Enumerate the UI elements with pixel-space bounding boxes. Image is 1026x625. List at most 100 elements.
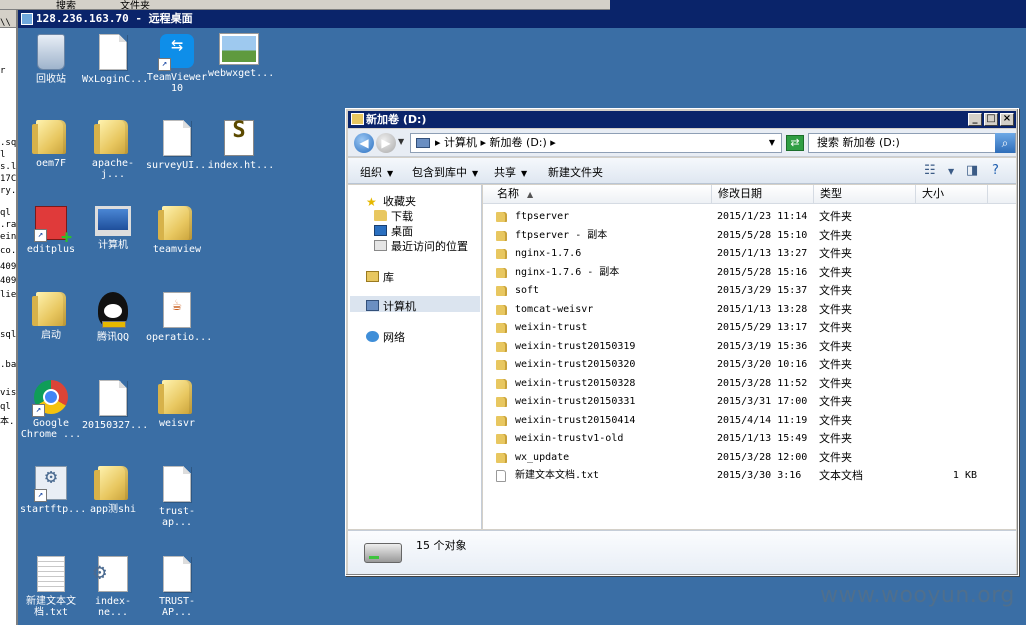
setup-icon bbox=[34, 466, 67, 502]
search-icon[interactable]: ⌕ bbox=[995, 133, 1015, 153]
host-window-text-fragment: ein bbox=[0, 232, 17, 242]
desktop-icon-item[interactable]: teamview bbox=[146, 206, 208, 255]
column-header-size[interactable]: 大小 bbox=[916, 185, 988, 204]
host-window-text-fragment: .sq bbox=[0, 138, 17, 148]
desktop-icon-item[interactable]: 新建文本文档.txt bbox=[20, 556, 82, 618]
host-search-button[interactable]: 搜索 bbox=[56, 0, 76, 9]
table-row[interactable]: soft 2015/3/29 15:37 文件夹 bbox=[483, 282, 1016, 300]
column-header-name[interactable]: 名称 ▲ bbox=[483, 185, 712, 204]
file-type: 文件夹 bbox=[819, 265, 852, 279]
folder-icon bbox=[496, 323, 507, 333]
file-modified-date: 2015/3/19 15:36 bbox=[717, 340, 808, 352]
desktop-icon-item[interactable]: 启动 bbox=[20, 292, 82, 341]
search-input[interactable]: 搜索 新加卷 (D:) ⌕ bbox=[808, 133, 1016, 153]
table-row[interactable]: weixin-trustv1-old 2015/1/13 15:49 文件夹 bbox=[483, 430, 1016, 448]
table-row[interactable]: weixin-trust20150320 2015/3/20 10:16 文件夹 bbox=[483, 356, 1016, 374]
nav-item-recent-places[interactable]: 最近访问的位置 bbox=[374, 238, 468, 254]
close-button[interactable]: × bbox=[1000, 113, 1014, 126]
desktop-icon-item[interactable]: webwxget... bbox=[208, 34, 274, 79]
desktop-icon-item[interactable]: weisvr bbox=[146, 380, 208, 429]
recent-pages-dropdown[interactable]: ▼ bbox=[398, 137, 404, 146]
folder-icon bbox=[32, 120, 66, 154]
watermark: www.wooyun.org bbox=[820, 583, 1015, 608]
nav-item-desktop[interactable]: 桌面 bbox=[374, 223, 413, 239]
desktop-icon-label: TRUST-AP... bbox=[158, 596, 196, 618]
file-size: 1 KB bbox=[952, 470, 977, 481]
rdp-title-bar[interactable]: 128.236.163.70 - 远程桌面 bbox=[18, 10, 1026, 28]
qq-icon bbox=[98, 292, 128, 328]
table-row[interactable]: weixin-trust20150328 2015/3/28 11:52 文件夹 bbox=[483, 375, 1016, 393]
drive-icon bbox=[364, 543, 402, 563]
desktop-icon-item[interactable]: 回收站 bbox=[20, 34, 82, 85]
desktop-icon-item[interactable]: index.ht... bbox=[208, 120, 274, 171]
desktop-icon-label: 腾讯QQ bbox=[96, 332, 130, 343]
table-row[interactable]: wx_update 2015/3/28 12:00 文件夹 bbox=[483, 449, 1016, 467]
desktop-icon-item[interactable]: app测shi bbox=[82, 466, 144, 515]
desktop-icon-item[interactable]: 腾讯QQ bbox=[82, 292, 144, 343]
preview-pane-icon[interactable]: ◨ bbox=[966, 163, 978, 178]
table-row[interactable]: weixin-trust20150331 2015/3/31 17:00 文件夹 bbox=[483, 393, 1016, 411]
minimize-button[interactable]: _ bbox=[968, 113, 982, 126]
desktop-icon-item[interactable]: 计算机 bbox=[82, 206, 144, 251]
desktop-icon-item[interactable]: trust-ap... bbox=[146, 466, 208, 528]
desktop-icon-item[interactable]: startftp... bbox=[20, 466, 86, 515]
table-row[interactable]: ftpserver 2015/1/23 11:14 文件夹 bbox=[483, 208, 1016, 226]
maximize-button[interactable]: □ bbox=[984, 113, 998, 126]
file-modified-date: 2015/4/14 11:19 bbox=[717, 414, 808, 426]
folder-icon bbox=[94, 466, 128, 500]
host-window-text-fragment: 17C bbox=[0, 174, 17, 184]
desktop-icon-item[interactable]: operatio... bbox=[146, 292, 212, 343]
table-row[interactable]: weixin-trust20150414 2015/4/14 11:19 文件夹 bbox=[483, 412, 1016, 430]
chevron-down-icon: ▼ bbox=[387, 169, 394, 178]
share-menu[interactable]: 共享 ▼ bbox=[494, 164, 527, 180]
desktop-icon-item[interactable]: surveyUI... bbox=[146, 120, 212, 171]
table-row[interactable]: weixin-trust 2015/5/29 13:17 文件夹 bbox=[483, 319, 1016, 337]
forward-button[interactable]: ▶ bbox=[376, 133, 396, 153]
view-options-icon[interactable]: ☷ bbox=[924, 163, 936, 178]
back-button[interactable]: ◀ bbox=[354, 133, 374, 153]
table-row[interactable]: nginx-1.7.6 - 副本 2015/5/28 15:16 文件夹 bbox=[483, 264, 1016, 282]
desktop-icon-item[interactable]: 20150327... bbox=[82, 380, 148, 431]
desktop-icon-item[interactable]: Google Chrome ... bbox=[20, 380, 82, 440]
desktop-icon-label: startftp... bbox=[20, 504, 87, 515]
column-header-modified[interactable]: 修改日期 bbox=[712, 185, 814, 204]
table-row[interactable]: weixin-trust20150319 2015/3/19 15:36 文件夹 bbox=[483, 338, 1016, 356]
table-row[interactable]: nginx-1.7.6 2015/1/13 13:27 文件夹 bbox=[483, 245, 1016, 263]
view-dropdown-icon[interactable]: ▼ bbox=[948, 167, 954, 176]
organize-menu[interactable]: 组织 ▼ bbox=[360, 164, 393, 180]
desktop-icon-item[interactable]: TRUST-AP... bbox=[146, 556, 208, 618]
address-dropdown-icon[interactable]: ▼ bbox=[769, 134, 775, 152]
explorer-title-bar[interactable]: 新加卷 (D:) _ □ × bbox=[348, 111, 1016, 128]
desktop-icon-item[interactable]: editplus bbox=[20, 206, 82, 255]
host-folders-button[interactable]: 文件夹 bbox=[120, 0, 150, 9]
desktop-icon-item[interactable]: index-ne... bbox=[82, 556, 144, 618]
nav-item-libraries[interactable]: 库 bbox=[366, 269, 394, 285]
recycle-bin-icon bbox=[37, 34, 65, 70]
desktop-icon-item[interactable]: WxLoginC... bbox=[82, 34, 148, 85]
desktop-icon-label: apache-j... bbox=[91, 158, 135, 180]
table-row[interactable]: tomcat-weisvr 2015/1/13 13:28 文件夹 bbox=[483, 301, 1016, 319]
chevron-down-icon: ▼ bbox=[472, 169, 479, 178]
file-type: 文件夹 bbox=[819, 247, 852, 260]
desktop-icon-item[interactable]: oem7F bbox=[20, 120, 82, 169]
desktop-icon-label: WxLoginC... bbox=[82, 74, 149, 85]
table-row[interactable]: 新建文本文档.txt 2015/3/30 3:16 文本文档 1 KB bbox=[483, 467, 1016, 485]
help-icon[interactable]: ? bbox=[992, 163, 999, 178]
include-in-library-menu[interactable]: 包含到库中 ▼ bbox=[412, 164, 478, 180]
desktop-icon-item[interactable]: TeamViewer 10 bbox=[146, 34, 208, 94]
desktop-icon-label: Google Chrome ... bbox=[20, 418, 82, 440]
nav-item-network[interactable]: 网络 bbox=[366, 329, 405, 345]
file-type: 文件夹 bbox=[819, 432, 852, 445]
image-icon bbox=[220, 34, 258, 64]
refresh-button[interactable]: ⇄ bbox=[786, 135, 804, 151]
desktop-icon-item[interactable]: apache-j... bbox=[82, 120, 144, 180]
nav-item-favorites[interactable]: ★ 收藏夹 bbox=[366, 193, 416, 209]
column-header-type[interactable]: 类型 bbox=[814, 185, 916, 204]
nav-item-computer[interactable]: 计算机 bbox=[366, 298, 416, 314]
table-row[interactable]: ftpserver - 副本 2015/5/28 15:10 文件夹 bbox=[483, 227, 1016, 245]
explorer-window: 新加卷 (D:) _ □ × ◀ ▶ ▼ ▸ 计算机 ▸ 新加卷 (D:) ▸ … bbox=[345, 108, 1019, 576]
host-window-text-fragment: r bbox=[0, 66, 6, 76]
new-folder-button[interactable]: 新建文件夹 bbox=[548, 164, 603, 180]
nav-item-downloads[interactable]: 下载 bbox=[374, 208, 413, 224]
address-bar[interactable]: ▸ 计算机 ▸ 新加卷 (D:) ▸ ▼ bbox=[410, 133, 782, 153]
